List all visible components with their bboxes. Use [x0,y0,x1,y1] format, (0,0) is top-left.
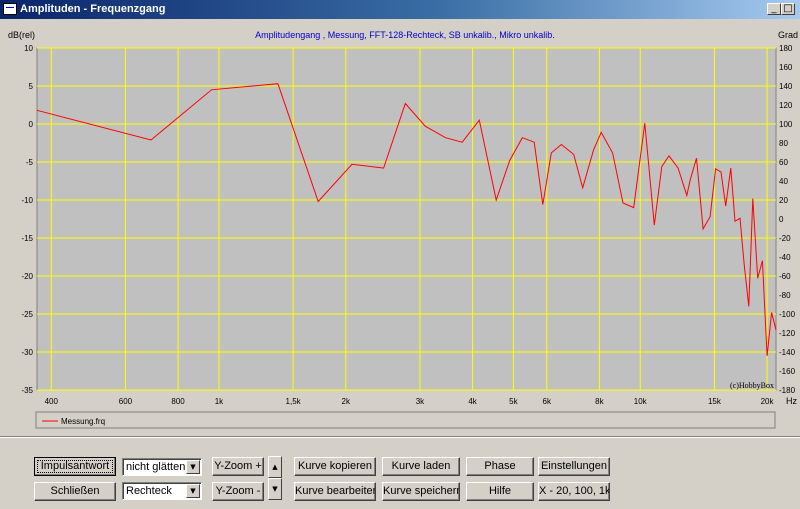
smoothing-select[interactable]: nicht glätten ▼ [122,458,202,476]
y-tick-label: 0 [29,120,34,129]
y2-tick-label: -60 [779,272,791,281]
window-function-select[interactable]: Rechteck ▼ [122,482,202,500]
y-tick-label: -10 [21,196,33,205]
y-tick-label: -20 [21,272,33,281]
impulse-response-button[interactable]: Impulsantwort [34,457,116,476]
y-tick-label: -25 [21,310,33,319]
y-tick-label: 10 [24,44,33,53]
y-tick-label: -15 [21,234,33,243]
x-tick-label: 15k [708,397,722,406]
app-icon [3,3,17,15]
y2-tick-label: 140 [779,82,793,91]
help-button[interactable]: Hilfe [466,482,534,501]
y2-tick-label: -100 [779,310,796,319]
x-tick-label: 600 [119,397,133,406]
separator [0,436,800,438]
copy-curve-button[interactable]: Kurve kopieren [294,457,376,476]
maximize-button[interactable]: □ [781,3,795,15]
frequency-response-chart: 400 600 800 1k 1,5k 2k 3k 4k 5k 6k 8k 10k 15k 20k1050… [0,20,800,436]
scroll-up-button[interactable]: ▲ [268,456,282,478]
y2-tick-label: -120 [779,329,796,338]
y2-tick-label: 20 [779,196,788,205]
copyright-watermark: (c)HobbyBox [730,381,774,390]
x-tick-label: 10k [634,397,648,406]
edit-curve-button[interactable]: Kurve bearbeiten [294,482,376,501]
y-tick-label: -35 [21,386,33,395]
y2-tick-label: 0 [779,215,784,224]
x-tick-label: 20k [761,397,775,406]
left-axis-unit: dB(rel) [8,30,35,40]
x-axis-unit: Hz [786,396,797,406]
y-tick-label: 5 [29,82,34,91]
y2-tick-label: 160 [779,63,793,72]
x-tick-label: 1k [215,397,224,406]
y2-tick-label: -160 [779,367,796,376]
plot-area [36,47,777,391]
x-tick-label: 4k [468,397,477,406]
dropdown-arrow-icon[interactable]: ▼ [186,460,200,474]
x-tick-label: 400 [45,397,59,406]
legend-box [35,411,776,429]
y-tick-label: -5 [26,158,34,167]
x-tick-label: 8k [595,397,604,406]
y-zoom-minus-button[interactable]: Y-Zoom - [212,482,264,501]
right-axis-unit: Grad [778,30,798,40]
smoothing-value: nicht glätten [126,461,186,473]
scroll-down-button[interactable]: ▼ [268,478,282,500]
dropdown-arrow-icon[interactable]: ▼ [186,484,200,498]
x-tick-label: 1,5k [286,397,302,406]
y2-tick-label: 60 [779,158,788,167]
y2-tick-label: -180 [779,386,796,395]
settings-button[interactable]: Einstellungen [538,457,610,476]
y-zoom-plus-button[interactable]: Y-Zoom + [212,457,264,476]
close-button[interactable]: Schließen [34,482,116,501]
x-zoom-button[interactable]: X - 20, 100, 1k [538,482,610,501]
x-tick-label: 800 [171,397,185,406]
x-tick-label: 3k [416,397,425,406]
save-curve-button[interactable]: Kurve speichern [382,482,460,501]
x-tick-label: 6k [543,397,552,406]
y2-tick-label: 120 [779,101,793,110]
y2-tick-label: -80 [779,291,791,300]
x-tick-label: 5k [509,397,518,406]
title-bar: Amplituden - Frequenzgang _ □ [0,0,800,19]
y2-tick-label: -20 [779,234,791,243]
y2-tick-label: 80 [779,139,788,148]
minimize-button[interactable]: _ [767,3,781,15]
window-function-value: Rechteck [126,485,172,497]
legend-entry: Messung.frq [61,417,105,426]
y2-tick-label: 100 [779,120,793,129]
y2-tick-label: 40 [779,177,788,186]
y2-tick-label: -40 [779,253,791,262]
load-curve-button[interactable]: Kurve laden [382,457,460,476]
y2-tick-label: -140 [779,348,796,357]
y2-tick-label: 180 [779,44,793,53]
phase-button[interactable]: Phase [466,457,534,476]
window-title: Amplituden - Frequenzgang [20,3,166,15]
y-tick-label: -30 [21,348,33,357]
chart-title: Amplitudengang , Messung, FFT-128-Rechte… [255,30,555,40]
x-tick-label: 2k [342,397,351,406]
